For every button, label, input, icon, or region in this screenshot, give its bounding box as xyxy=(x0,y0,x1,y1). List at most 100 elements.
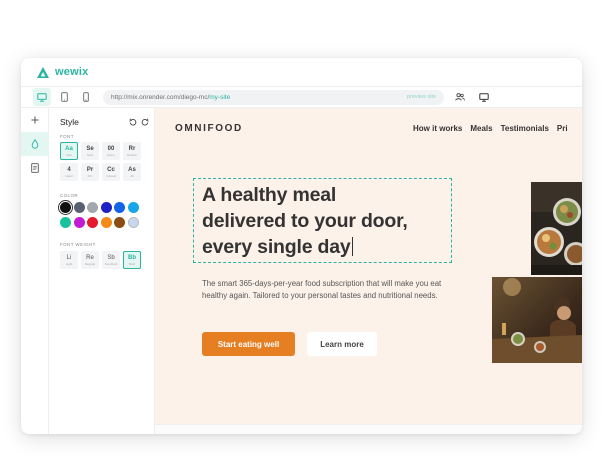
editor-toolbar: http://mix.onrender.com/diego-mc/my-site… xyxy=(21,86,582,108)
app-name: wewix xyxy=(55,66,89,78)
collaborators-button[interactable] xyxy=(452,89,468,105)
color-swatch[interactable] xyxy=(60,202,71,213)
weight-option-name: Light xyxy=(65,261,73,266)
tablet-view-button[interactable] xyxy=(55,88,73,106)
hero-title-line: A healthy meal xyxy=(202,184,337,206)
canvas-bottom-strip xyxy=(155,424,582,434)
hero-description[interactable]: The smart 365-days-per-year food subscri… xyxy=(202,278,464,302)
pages-button[interactable] xyxy=(21,156,49,180)
color-options xyxy=(60,202,154,228)
weight-option-name: Semibold xyxy=(104,261,118,266)
font-option[interactable]: Aa Inter xyxy=(60,142,78,160)
undo-icon[interactable] xyxy=(129,118,137,126)
hero-people-image[interactable] xyxy=(492,277,582,363)
app-window: wewix http://mix.onrender.com/diego-mc/m… xyxy=(21,58,582,434)
site-nav: How it works Meals Testimonials Pri xyxy=(413,124,568,133)
site-nav-link[interactable]: Testimonials xyxy=(501,124,549,133)
color-swatch[interactable] xyxy=(127,202,139,213)
tablet-icon xyxy=(60,92,68,102)
font-option[interactable]: 00 Mono xyxy=(102,142,120,160)
font-option-sample: Cc xyxy=(107,166,115,173)
font-options: Aa Inter Se Serif 00 Mono Rr Roboto 4 Hand Pr Pro Cc… xyxy=(60,142,154,181)
users-icon xyxy=(455,93,465,101)
plus-icon xyxy=(31,116,39,124)
font-option-name: Pro xyxy=(87,173,93,178)
learn-more-button[interactable]: Learn more xyxy=(307,332,377,356)
page-icon xyxy=(31,163,39,173)
font-option-name: Alt xyxy=(130,173,134,178)
font-option-name: Casual xyxy=(106,173,116,178)
mobile-view-button[interactable] xyxy=(77,88,95,106)
color-swatch[interactable] xyxy=(73,217,85,228)
weight-option-sample: Li xyxy=(66,254,72,261)
font-option[interactable]: 4 Hand xyxy=(60,163,78,181)
preview-button[interactable] xyxy=(476,89,492,105)
url-prefix: http://mix.onrender.com/diego-mc/ xyxy=(111,93,210,101)
font-option-name: Mono xyxy=(107,152,115,157)
font-option[interactable]: Se Serif xyxy=(81,142,99,160)
mobile-icon xyxy=(83,92,89,102)
font-weight-option[interactable]: Sb Semibold xyxy=(102,251,120,269)
font-option[interactable]: Rr Roboto xyxy=(123,142,141,160)
color-swatch[interactable] xyxy=(87,217,98,228)
color-section-label: COLOR xyxy=(60,193,79,198)
site-nav-link[interactable]: Pri xyxy=(557,124,568,133)
hero-title-line: every single day xyxy=(202,236,353,258)
font-option[interactable]: As Alt xyxy=(123,163,141,181)
style-tab-button[interactable] xyxy=(21,132,49,156)
start-eating-button[interactable]: Start eating well xyxy=(202,332,295,356)
site-canvas[interactable]: OMNIFOOD How it works Meals Testimonials Pr… xyxy=(155,108,582,424)
weight-option-sample: Sb xyxy=(107,254,115,261)
color-swatch[interactable] xyxy=(73,202,85,213)
font-option-name: Hand xyxy=(65,173,73,178)
font-section-label: FONT xyxy=(60,134,74,139)
hero-food-image[interactable] xyxy=(531,182,582,275)
font-option[interactable]: Cc Casual xyxy=(102,163,120,181)
font-weight-options: Li Light Re Regular Sb Semibold Bb Bold xyxy=(60,251,154,269)
font-option-name: Serif xyxy=(86,152,94,157)
font-option-name: Roboto xyxy=(127,152,137,157)
color-swatch[interactable] xyxy=(87,202,98,213)
style-panel: Style FONT Aa Inter Se Serif 00 Mono Rr Roboto 4… xyxy=(49,108,155,434)
font-weight-option[interactable]: Re Regular xyxy=(81,251,99,269)
color-swatch[interactable] xyxy=(127,217,139,228)
color-swatch[interactable] xyxy=(114,217,125,228)
style-panel-header: Style xyxy=(60,116,154,128)
hero-title-line: delivered to your door, xyxy=(202,210,408,232)
font-option-sample: Rr xyxy=(128,145,136,152)
weight-option-name: Bold xyxy=(128,261,135,266)
hero-title[interactable]: A healthy meal delivered to your door, e… xyxy=(202,182,451,260)
text-caret xyxy=(351,237,353,256)
font-option-name: Inter xyxy=(65,152,72,157)
color-swatch[interactable] xyxy=(100,202,112,213)
redo-icon[interactable] xyxy=(141,118,149,126)
weight-section-label: FONT WEIGHT xyxy=(60,242,96,247)
font-weight-option[interactable]: Li Light xyxy=(60,251,78,269)
food-bowls-photo xyxy=(531,182,582,275)
font-option[interactable]: Pr Pro xyxy=(81,163,99,181)
people-eating-photo xyxy=(492,277,582,363)
font-option-sample: As xyxy=(128,166,136,173)
add-element-button[interactable] xyxy=(21,108,49,132)
font-option-sample: Se xyxy=(86,145,94,152)
site-nav-link[interactable]: How it works xyxy=(413,124,462,133)
preview-site-link[interactable]: preview site xyxy=(407,94,436,100)
color-swatch[interactable] xyxy=(114,202,125,213)
font-weight-option[interactable]: Bb Bold xyxy=(123,251,141,269)
monitor-icon xyxy=(479,92,489,102)
url-bar[interactable]: http://mix.onrender.com/diego-mc/my-site… xyxy=(103,89,444,105)
site-nav-link[interactable]: Meals xyxy=(470,124,492,133)
color-swatch[interactable] xyxy=(100,217,112,228)
color-swatch[interactable] xyxy=(60,217,71,228)
brush-icon xyxy=(31,139,39,149)
font-option-sample: Aa xyxy=(65,145,73,152)
font-option-sample: Pr xyxy=(86,166,94,173)
weight-option-sample: Re xyxy=(86,254,94,261)
hero-title-selection[interactable]: A healthy meal delivered to your door, e… xyxy=(193,178,452,263)
weight-option-sample: Bb xyxy=(128,254,136,261)
wewix-logo-icon xyxy=(37,66,49,78)
font-option-sample: 00 xyxy=(107,145,115,152)
weight-option-name: Regular xyxy=(84,261,96,266)
desktop-view-button[interactable] xyxy=(33,88,51,106)
site-logo[interactable]: OMNIFOOD xyxy=(175,123,243,134)
